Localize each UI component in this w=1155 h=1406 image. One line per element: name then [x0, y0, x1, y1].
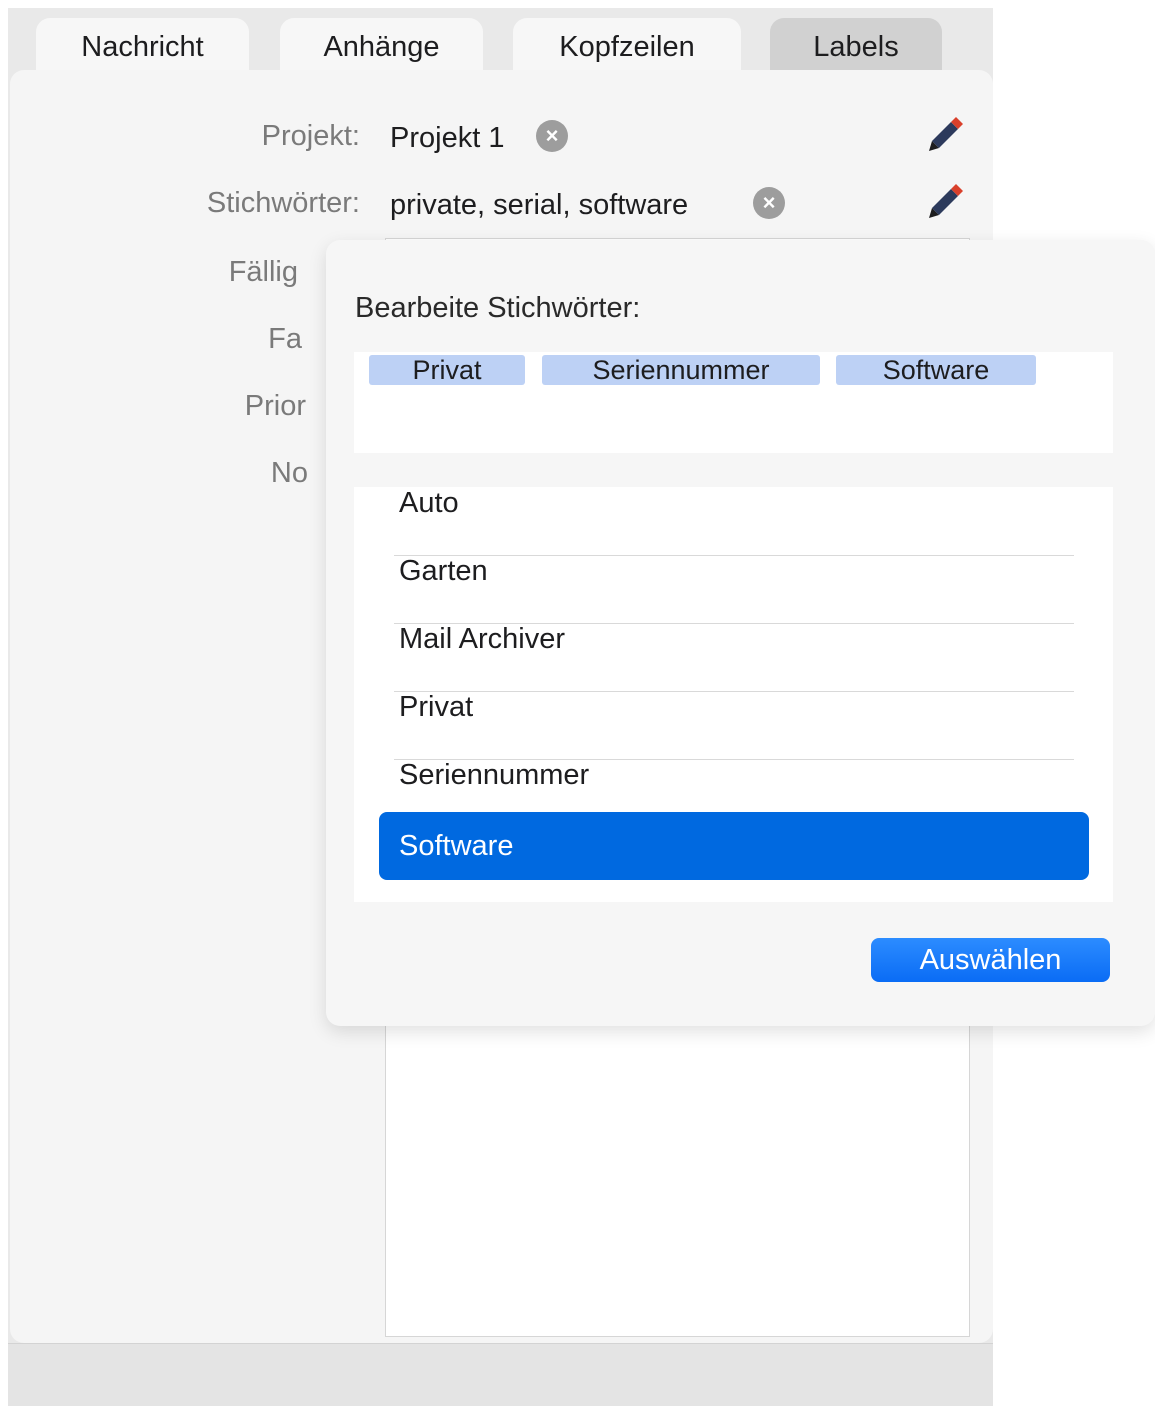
token-privat[interactable]: Privat [369, 355, 525, 385]
keyword-editor-popover: Bearbeite Stichwörter: Privat Seriennumm… [326, 240, 1155, 1026]
list-item-label: Mail Archiver [399, 623, 565, 655]
list-item-label: Software [399, 830, 514, 862]
token-software[interactable]: Software [836, 355, 1036, 385]
priority-label: Prior [244, 390, 306, 422]
clear-project-button[interactable]: × [536, 120, 568, 152]
list-item-privat[interactable]: Privat [394, 691, 1074, 760]
notes-label: No [270, 457, 308, 489]
keywords-value: private, serial, software [390, 189, 689, 221]
bottom-bar [8, 1343, 993, 1406]
tab-bar: Nachricht Anhänge Kopfzeilen Labels [8, 8, 993, 80]
list-item-label: Garten [399, 555, 488, 587]
edit-project-pencil-icon[interactable] [923, 113, 967, 157]
list-item-software[interactable]: Software [379, 812, 1089, 880]
due-label: Fällig [228, 256, 298, 288]
keyword-list: Auto Garten Mail Archiver Privat Serienn… [354, 487, 1113, 902]
project-label: Projekt: [261, 120, 360, 152]
list-item-label: Seriennummer [399, 759, 590, 791]
list-item-auto[interactable]: Auto [394, 487, 1074, 556]
keywords-label: Stichwörter: [206, 187, 360, 219]
clear-keywords-button[interactable]: × [753, 187, 785, 219]
token-seriennummer[interactable]: Seriennummer [542, 355, 820, 385]
keyword-token-field[interactable]: Privat Seriennummer Software [354, 352, 1113, 453]
clear-circle-icon: × [545, 123, 559, 148]
list-item-label: Privat [399, 691, 474, 723]
select-button[interactable]: Auswählen [871, 938, 1110, 982]
edit-keywords-pencil-icon[interactable] [923, 180, 967, 224]
list-item-mail-archiver[interactable]: Mail Archiver [394, 623, 1074, 692]
color-label: Fa [268, 323, 302, 355]
list-item-label: Auto [399, 487, 459, 519]
clear-circle-icon: × [762, 190, 776, 215]
project-value: Projekt 1 [390, 122, 505, 154]
list-item-garten[interactable]: Garten [394, 555, 1074, 624]
popover-title: Bearbeite Stichwörter: [355, 292, 641, 324]
